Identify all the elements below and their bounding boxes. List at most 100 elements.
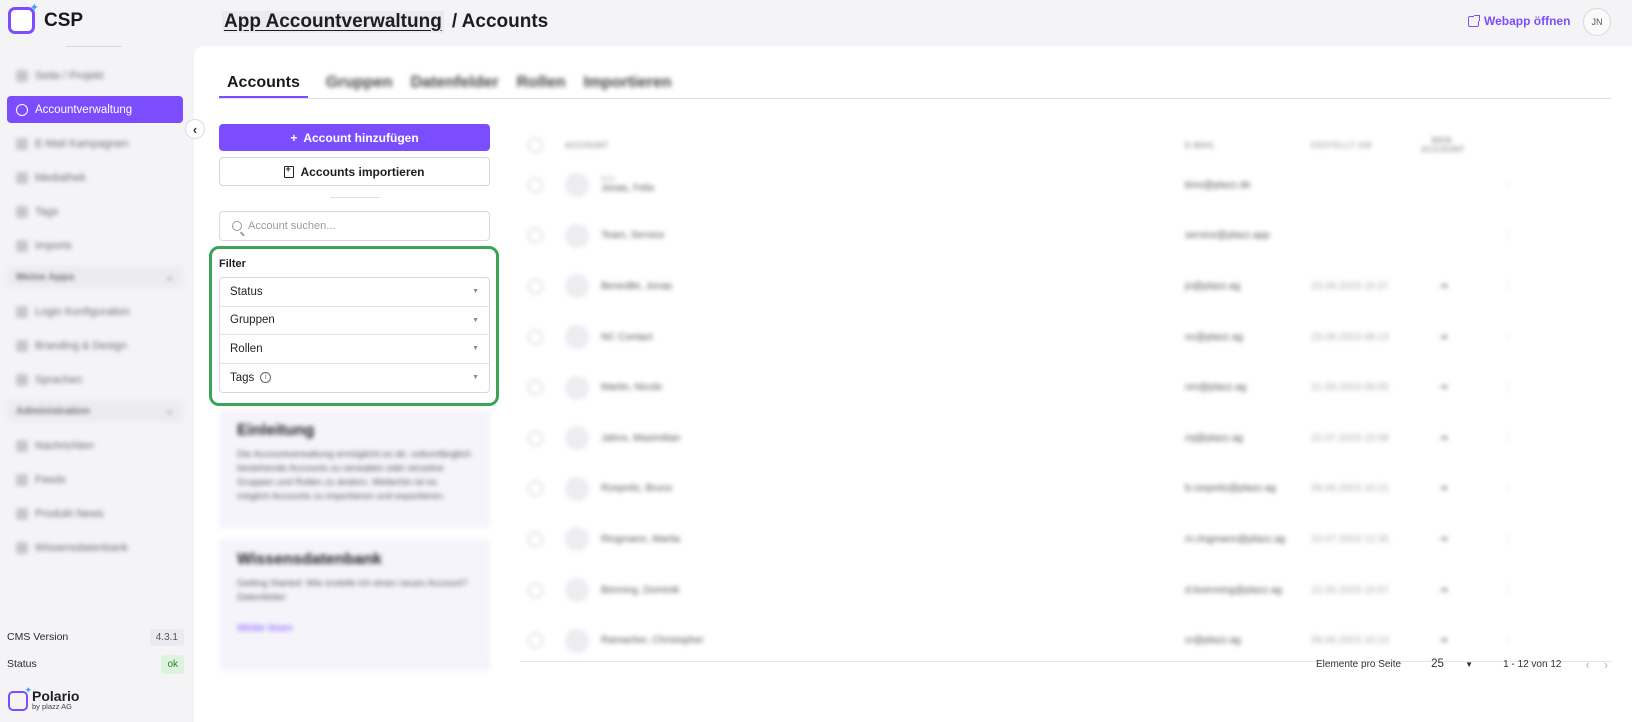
sidebar-item-branding[interactable]: Branding & Design: [7, 332, 183, 359]
sidebar-item-email-kampagnen[interactable]: E-Mail Kampagnen: [7, 130, 183, 157]
row-checkbox[interactable]: [528, 380, 543, 396]
filter-list: Status ▼ Gruppen ▼ Rollen ▼ Tags i ▼: [219, 277, 490, 393]
row-actions-icon[interactable]: ⋮: [1473, 382, 1513, 393]
table-row[interactable]: Rzepnitz, Bruno b.rzepnitz@plazz.ag 09.06.…: [520, 464, 1612, 515]
sidebar-item-login-konfiguration[interactable]: Login Konfiguration: [7, 298, 183, 325]
cms-version-label: CMS Version: [7, 631, 69, 643]
web-account-icon[interactable]: ⇥: [1413, 585, 1473, 596]
import-accounts-button[interactable]: Accounts importieren: [219, 157, 490, 186]
row-checkbox[interactable]: [528, 531, 543, 547]
created-cell: 23.07.2023 12:35: [1311, 533, 1389, 545]
per-page-select[interactable]: 25 ▼: [1425, 651, 1479, 677]
chevron-left-icon[interactable]: ‹: [1585, 657, 1603, 672]
sidebar-item-produkt-news[interactable]: Produkt News: [7, 500, 183, 527]
sidebar-item-seite-projekt[interactable]: Seite / Projekt: [7, 62, 183, 89]
sidebar-item-mediathek[interactable]: Mediathek: [7, 164, 183, 191]
sidebar-item-wissensdatenbank[interactable]: Wissensdatenbank: [7, 534, 183, 561]
row-checkbox[interactable]: [528, 228, 543, 244]
avatar[interactable]: JN: [1583, 8, 1611, 36]
sidebar-item-feeds[interactable]: Feeds: [7, 466, 183, 493]
web-account-icon[interactable]: ⇥: [1413, 382, 1473, 393]
row-checkbox[interactable]: [528, 278, 543, 294]
row-actions-icon[interactable]: ⋮: [1473, 281, 1513, 292]
intro-card: Einleitung Die Accountverwaltung ermögli…: [219, 410, 490, 528]
tab-datenfelder[interactable]: Datenfelder: [411, 74, 499, 98]
brand[interactable]: CSP: [8, 1, 83, 34]
row-checkbox[interactable]: [528, 177, 543, 193]
row-checkbox[interactable]: [528, 633, 543, 649]
row-actions-icon[interactable]: ⋮: [1473, 483, 1513, 494]
row-actions-icon[interactable]: ⋮: [1473, 433, 1513, 444]
row-actions-icon[interactable]: ⋮: [1473, 180, 1513, 191]
sidebar-item-label: Produkt News: [35, 507, 104, 520]
webapp-open-link[interactable]: Webapp öffnen: [1468, 14, 1570, 28]
sidebar-item-label: Accountverwaltung: [35, 103, 133, 116]
web-account-icon[interactable]: ⇥: [1413, 332, 1473, 343]
select-all-checkbox[interactable]: [528, 137, 543, 153]
row-checkbox[interactable]: [528, 329, 543, 345]
col-header-email[interactable]: E-MAIL: [1185, 141, 1311, 150]
info-icon[interactable]: i: [260, 372, 272, 384]
card-text: Getting Started: Wie erstelle ich einen …: [237, 578, 468, 603]
filter-tags-select[interactable]: Tags i ▼: [220, 364, 489, 393]
table-row[interactable]: Jahns, Maximilian mj@plazz.ag 22.07.2023 1…: [520, 413, 1612, 464]
filter-gruppen-select[interactable]: Gruppen ▼: [220, 307, 489, 335]
web-account-icon[interactable]: ⇥: [1413, 534, 1473, 545]
table-row[interactable]: Kino Jonas, Felix kino@plazz.de ⋮: [520, 160, 1612, 211]
breadcrumb-parent-link[interactable]: App Accountverwaltung: [222, 11, 444, 33]
tab-gruppen[interactable]: Gruppen: [326, 74, 393, 98]
sidebar-item-nachrichten[interactable]: Nachrichten: [7, 432, 183, 459]
created-cell: 21.08.2023 09:55: [1311, 382, 1389, 394]
row-actions-icon[interactable]: ⋮: [1473, 332, 1513, 343]
account-search-input[interactable]: Account suchen...: [219, 211, 490, 241]
tab-accounts[interactable]: Accounts: [219, 74, 308, 98]
tab-bar: Accounts Gruppen Datenfelder Rollen Impo…: [219, 74, 672, 98]
avatar: [565, 527, 589, 552]
read-more-link[interactable]: Weiter lesen: [237, 623, 472, 634]
add-account-button[interactable]: + Account hinzufügen: [219, 124, 490, 151]
table-row[interactable]: Ringmann, Marita m.ringmann@plazz.ag 23.07…: [520, 514, 1612, 565]
tab-rollen[interactable]: Rollen: [517, 74, 566, 98]
sidebar-item-accountverwaltung[interactable]: Accountverwaltung: [7, 96, 183, 123]
sidebar-collapse-button[interactable]: ‹: [185, 119, 205, 139]
sidebar-item-label: Tags: [35, 205, 59, 218]
table-row[interactable]: Martin, Nicole nm@plazz.ag 21.08.2023 09:5…: [520, 362, 1612, 413]
filter-label: Rollen: [230, 342, 263, 355]
row-actions-icon[interactable]: ⋮: [1473, 635, 1513, 646]
web-account-icon[interactable]: ⇥: [1413, 635, 1473, 646]
sidebar-item-imports[interactable]: Imports: [7, 232, 183, 259]
row-actions-icon[interactable]: ⋮: [1473, 585, 1513, 596]
row-actions-icon[interactable]: ⋮: [1473, 534, 1513, 545]
account-name: Jahns, Maximilian: [601, 432, 681, 444]
sidebar-section-meine-apps[interactable]: Meine Apps ⌄: [7, 266, 183, 288]
filter-rollen-select[interactable]: Rollen ▼: [220, 335, 489, 364]
row-checkbox[interactable]: [528, 582, 543, 598]
chevron-left-icon: ‹: [192, 121, 198, 137]
tab-importieren[interactable]: Importieren: [584, 74, 672, 98]
row-actions-icon[interactable]: ⋮: [1473, 230, 1513, 241]
filter-status-select[interactable]: Status ▼: [220, 278, 489, 307]
row-checkbox[interactable]: [528, 430, 543, 446]
email-cell: jn@plazz.ag: [1185, 280, 1241, 292]
col-header-account[interactable]: ACCOUNT: [565, 141, 1185, 150]
external-link-icon: [1468, 14, 1480, 27]
table-row[interactable]: Benedikt, Jonas jn@plazz.ag 23.08.2023 10:…: [520, 261, 1612, 312]
table-row[interactable]: Bönning, Dominik d.boenning@plazz.ag 12.05…: [520, 565, 1612, 616]
add-account-label: Account hinzufügen: [303, 130, 419, 145]
sidebar-section-administration[interactable]: Administration ⌄: [7, 400, 183, 422]
table-row[interactable]: NC Contact nc@plazz.ag 23.08.2023 08:13 ⇥ ⋮: [520, 312, 1612, 363]
sidebar-item-tags[interactable]: Tags: [7, 198, 183, 225]
web-account-icon[interactable]: ⇥: [1413, 433, 1473, 444]
account-text: Benedikt, Jonas: [601, 281, 672, 292]
col-header-created[interactable]: ERSTELLT AM: [1311, 141, 1413, 150]
filter-label: Gruppen: [230, 314, 275, 327]
row-checkbox[interactable]: [528, 481, 543, 497]
chevron-right-icon[interactable]: ›: [1604, 657, 1622, 672]
sidebar-item-sprachen[interactable]: Sprachen: [7, 366, 183, 393]
table-row[interactable]: Team, Service service@plazz.app ⋮: [520, 211, 1612, 262]
status-row: Status ok: [0, 652, 194, 676]
web-account-icon[interactable]: ⇥: [1413, 483, 1473, 494]
col-header-web-account[interactable]: WEB-ACCOUNT: [1413, 136, 1473, 154]
web-account-icon[interactable]: ⇥: [1413, 281, 1473, 292]
sidebar-item-label: Login Konfiguration: [35, 305, 130, 318]
